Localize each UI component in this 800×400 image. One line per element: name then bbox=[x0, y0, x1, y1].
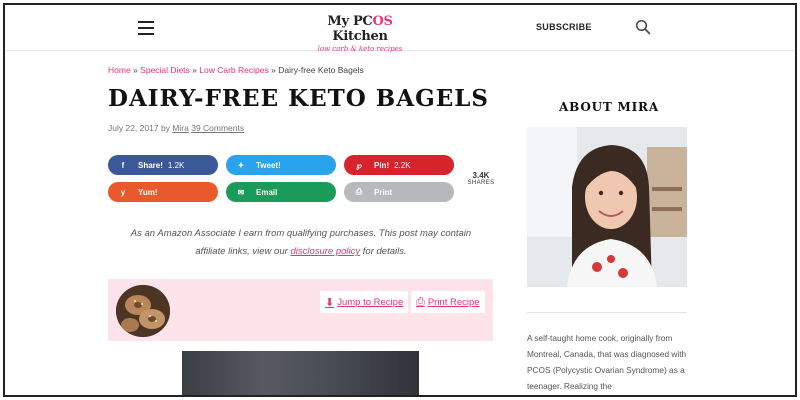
breadcrumb-low-carb[interactable]: Low Carb Recipes bbox=[199, 65, 268, 75]
post-meta: July 22, 2017 by Mira 39 Comments bbox=[108, 123, 245, 133]
browser-frame: My PCOS Kitchen low carb & keto recipes … bbox=[3, 3, 797, 397]
arrow-down-icon: ⬇ bbox=[325, 296, 335, 309]
author-photo bbox=[527, 127, 687, 287]
pinterest-share-button[interactable]: ℘ Pin! 2.2K bbox=[344, 155, 454, 175]
recipe-jump-box: ⬇ Jump to Recipe ⎙ Print Recipe bbox=[108, 279, 493, 341]
site-logo[interactable]: My PCOS Kitchen low carb & keto recipes bbox=[310, 14, 410, 53]
disclosure-policy-link[interactable]: disclosure policy bbox=[290, 246, 360, 257]
pinterest-icon: ℘ bbox=[356, 160, 362, 170]
breadcrumb-home[interactable]: Home bbox=[108, 65, 131, 75]
search-icon[interactable] bbox=[635, 19, 651, 35]
sidebar-about-title: ABOUT MIRA bbox=[559, 100, 659, 114]
print-share-button[interactable]: ⎙ Print bbox=[344, 182, 454, 202]
author-link[interactable]: Mira bbox=[172, 123, 189, 133]
sidebar-divider bbox=[527, 312, 687, 313]
site-header: My PCOS Kitchen low carb & keto recipes … bbox=[5, 5, 795, 53]
yummly-share-button[interactable]: y Yum! bbox=[108, 182, 218, 202]
facebook-share-button[interactable]: f Share! 1.2K bbox=[108, 155, 218, 175]
hamburger-icon[interactable] bbox=[138, 21, 154, 35]
breadcrumb-current: Dairy-free Keto Bagels bbox=[278, 65, 364, 75]
print-recipe-button[interactable]: ⎙ Print Recipe bbox=[411, 291, 485, 313]
page-title: DAIRY-FREE KETO BAGELS bbox=[108, 85, 490, 112]
post-hero-image bbox=[182, 351, 419, 395]
breadcrumb-special-diets[interactable]: Special Diets bbox=[140, 65, 190, 75]
email-share-button[interactable]: ✉ Email bbox=[226, 182, 336, 202]
recipe-thumbnail bbox=[116, 285, 170, 337]
author-bio: A self-taught home cook, originally from… bbox=[527, 333, 687, 391]
affiliate-disclosure: As an Amazon Associate I earn from quali… bbox=[130, 228, 472, 257]
comments-link[interactable]: 39 Comments bbox=[191, 123, 244, 133]
email-icon: ✉ bbox=[237, 187, 245, 197]
post-date: July 22, 2017 bbox=[108, 123, 159, 133]
twitter-share-button[interactable]: ✦ Tweet! bbox=[226, 155, 336, 175]
subscribe-link[interactable]: SUBSCRIBE bbox=[536, 22, 592, 32]
logo-tagline: low carb & keto recipes bbox=[317, 45, 403, 53]
yummly-icon: y bbox=[120, 187, 126, 197]
breadcrumb: Home » Special Diets » Low Carb Recipes … bbox=[108, 65, 364, 75]
facebook-icon: f bbox=[121, 160, 125, 170]
print-icon: ⎙ bbox=[355, 187, 363, 196]
printer-icon: ⎙ bbox=[416, 295, 425, 308]
jump-to-recipe-button[interactable]: ⬇ Jump to Recipe bbox=[320, 291, 409, 313]
share-count: 3.4K SHARES bbox=[467, 171, 495, 186]
twitter-icon: ✦ bbox=[237, 160, 245, 170]
